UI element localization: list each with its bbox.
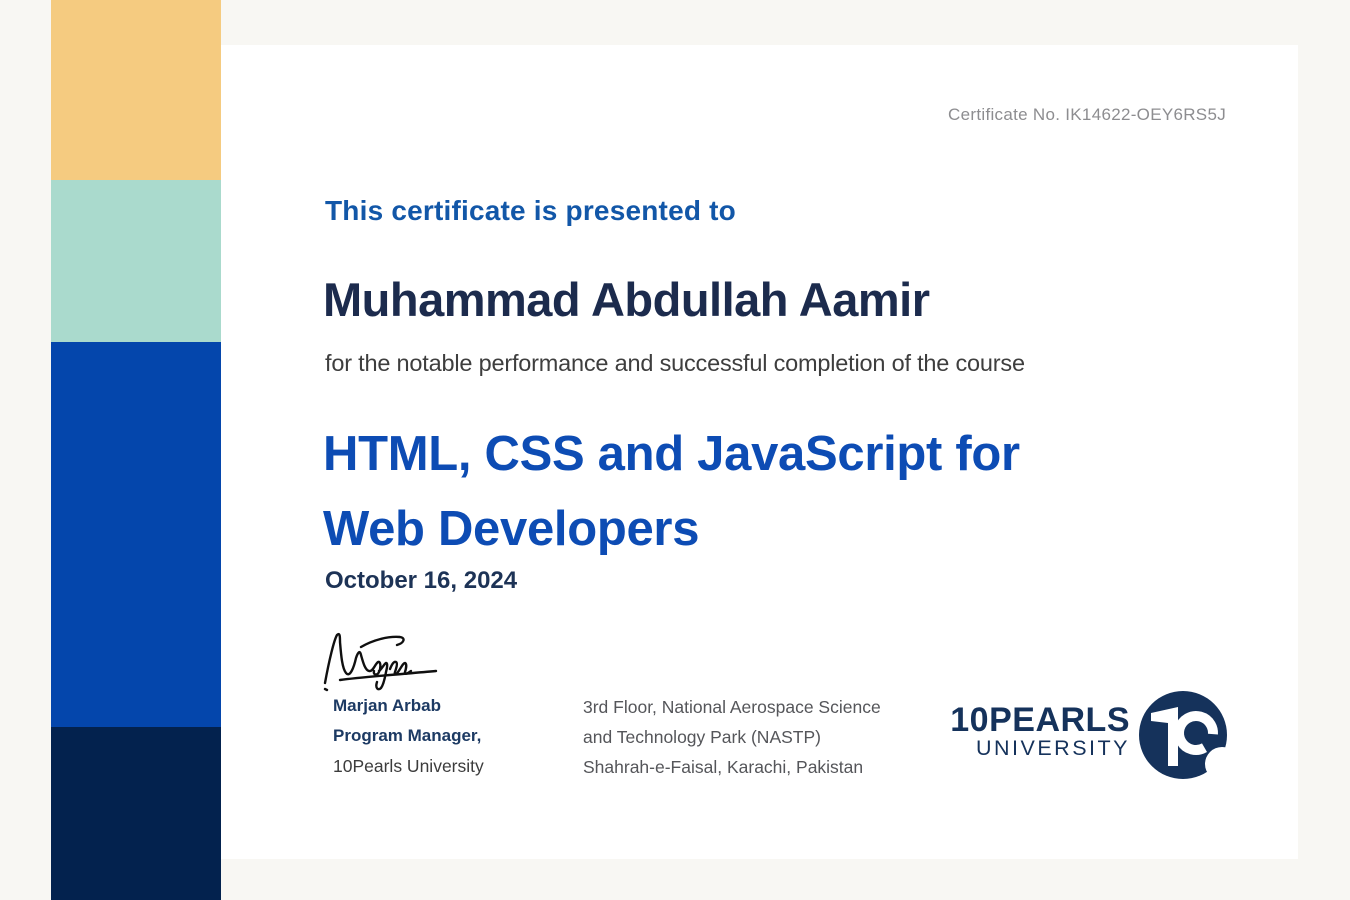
issue-date: October 16, 2024 — [325, 567, 517, 595]
course-title-line1: HTML, CSS and JavaScript for — [323, 417, 1020, 492]
certificate-card: Certificate No. IK14622-OEY6RS5J This ce… — [160, 45, 1298, 859]
signatory-org: 10Pearls University — [333, 751, 484, 781]
address-block: 3rd Floor, National Aerospace Science an… — [583, 692, 881, 782]
signature-icon — [318, 627, 478, 695]
recipient-name: Muhammad Abdullah Aamir — [323, 272, 930, 327]
signatory-name: Marjan Arbab — [333, 691, 484, 721]
course-title: HTML, CSS and JavaScript for Web Develop… — [323, 417, 1020, 567]
certificate-number: Certificate No. IK14622-OEY6RS5J — [948, 105, 1226, 125]
address-line1: 3rd Floor, National Aerospace Science — [583, 692, 881, 722]
course-title-line2: Web Developers — [323, 492, 1020, 567]
logo-badge-icon — [1138, 690, 1228, 780]
logo-subtext: UNIVERSITY — [976, 736, 1130, 760]
accent-color-bar — [51, 0, 221, 900]
certificate-page: { "certificate": { "number_label": "Cert… — [0, 0, 1350, 900]
signatory-title: Program Manager, — [333, 721, 484, 751]
university-logo: 10PEARLS UNIVERSITY — [950, 690, 1228, 780]
bar-segment-teal — [51, 180, 221, 342]
signatory-block: Marjan Arbab Program Manager, 10Pearls U… — [333, 691, 484, 781]
address-line3: Shahrah-e-Faisal, Karachi, Pakistan — [583, 752, 881, 782]
bar-segment-navy — [51, 727, 221, 900]
subtitle-line: for the notable performance and successf… — [325, 350, 1025, 377]
bar-segment-orange — [51, 0, 221, 180]
address-line2: and Technology Park (NASTP) — [583, 722, 881, 752]
logo-wordmark-block: 10PEARLS UNIVERSITY — [950, 690, 1130, 760]
logo-wordmark: 10PEARLS — [950, 704, 1130, 736]
intro-line: This certificate is presented to — [325, 195, 736, 227]
bar-segment-blue — [51, 342, 221, 727]
